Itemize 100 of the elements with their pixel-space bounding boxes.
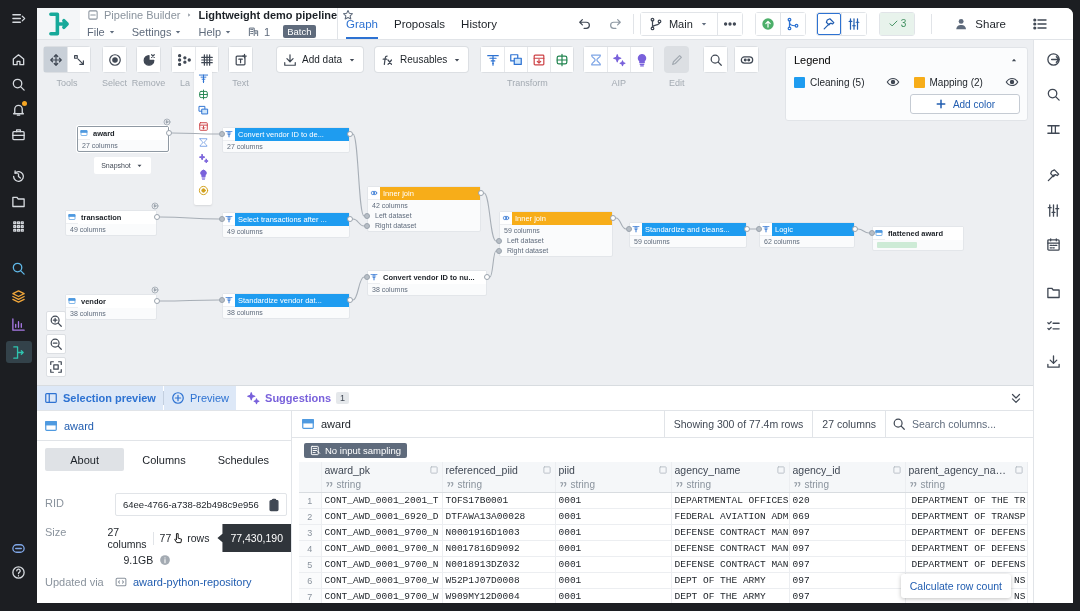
rid-field[interactable]: 64ee-4766-a738-82b498c9e956: [115, 493, 287, 516]
input-port[interactable]: [364, 274, 370, 280]
bulb-icon[interactable]: [197, 169, 209, 180]
add-data-button[interactable]: Add data: [277, 47, 364, 72]
details-tab[interactable]: About: [45, 448, 125, 471]
target-icon[interactable]: [197, 185, 209, 196]
output-port[interactable]: [166, 130, 172, 136]
input-port[interactable]: [219, 297, 225, 303]
search-icon[interactable]: [11, 76, 26, 92]
menu-button[interactable]: Settings: [131, 25, 184, 38]
pivot-button[interactable]: [550, 47, 574, 72]
search-button[interactable]: [704, 47, 728, 72]
settings-button[interactable]: [840, 12, 866, 35]
box-select-button[interactable]: [67, 47, 90, 72]
column-header[interactable]: parent_agency_na… string: [905, 462, 1027, 493]
build-button[interactable]: [816, 12, 841, 35]
join-icon: [502, 214, 510, 222]
table-cell: CONT_AWD_0001_9700_N: [321, 540, 442, 557]
input-port[interactable]: [756, 226, 762, 232]
layers-icon[interactable]: [11, 288, 26, 304]
add-color-button[interactable]: Add color: [910, 94, 1020, 114]
box-select-icon: [72, 52, 86, 67]
help-icon[interactable]: [11, 564, 26, 580]
connector-line: [159, 216, 220, 220]
zoom-in-button[interactable]: [46, 311, 66, 331]
input-port[interactable]: [219, 131, 225, 137]
repository-link[interactable]: award-python-repository: [133, 576, 252, 588]
insert-icon[interactable]: [197, 121, 209, 132]
column-header[interactable]: award_pk string: [321, 462, 442, 493]
copy-icon[interactable]: [197, 105, 209, 116]
view-tab[interactable]: Proposals: [393, 8, 446, 39]
input-port[interactable]: [869, 230, 875, 236]
merge-button[interactable]: [779, 12, 805, 35]
hourglass-icon: [588, 52, 603, 67]
connector-line: [352, 276, 365, 301]
sparkle-button[interactable]: [607, 47, 631, 72]
output-port[interactable]: [478, 190, 484, 196]
visibility-icon[interactable]: [1005, 75, 1019, 89]
copy-button[interactable]: [504, 47, 528, 72]
column-header[interactable]: agency_name string: [671, 462, 789, 493]
column-header[interactable]: piid string: [555, 462, 671, 493]
search-field[interactable]: Search columns...: [912, 418, 1032, 430]
output-port[interactable]: [852, 226, 858, 232]
info-icon[interactable]: [159, 554, 172, 566]
input-port[interactable]: [626, 226, 632, 232]
grid-button[interactable]: [195, 47, 218, 72]
apps-icon[interactable]: [11, 218, 26, 234]
string-type-icon: [792, 480, 802, 489]
rid-value: 64ee-4766-a738-82b498c9e956: [123, 499, 259, 510]
clipboard-icon[interactable]: [267, 497, 281, 512]
preview-button[interactable]: [735, 47, 759, 72]
column-type: string: [686, 479, 711, 490]
insert-button[interactable]: [527, 47, 551, 72]
visibility-icon[interactable]: [885, 75, 900, 89]
join-icon: [370, 189, 378, 197]
menu-button[interactable]: Help: [198, 25, 234, 38]
text-button[interactable]: [229, 47, 252, 72]
filter-button[interactable]: [481, 47, 505, 72]
reusables-button[interactable]: Reusables: [375, 47, 469, 72]
building-icon: [248, 26, 260, 37]
sparkle-icon[interactable]: [197, 153, 209, 164]
layout-button[interactable]: [172, 47, 195, 72]
output-port[interactable]: [744, 226, 750, 232]
history-icon[interactable]: [11, 168, 26, 184]
column-header[interactable]: referenced_piid string: [442, 462, 555, 493]
move-tool-button[interactable]: [44, 47, 67, 72]
home-icon[interactable]: [11, 51, 26, 67]
table-cell: DEPARTMENT OF TRANSP: [905, 508, 1027, 525]
pipeline-icon[interactable]: [11, 344, 26, 360]
input-port[interactable]: [219, 216, 225, 222]
star-icon[interactable]: [342, 9, 355, 21]
chart-icon[interactable]: [11, 316, 26, 332]
panel-tab[interactable]: Selection preview: [37, 386, 163, 410]
filter-icon[interactable]: [197, 73, 209, 84]
menu-button[interactable]: File: [87, 25, 117, 38]
select-button[interactable]: [103, 47, 126, 72]
bulb-button[interactable]: [630, 47, 654, 72]
pivot-icon[interactable]: [197, 89, 209, 100]
dataset-name: award: [64, 419, 94, 432]
panel-tab[interactable]: Preview: [163, 386, 237, 410]
remove-button[interactable]: [137, 47, 160, 72]
calculate-row-count-button[interactable]: Calculate row count: [900, 574, 1011, 598]
zoom-out-button[interactable]: [46, 334, 66, 354]
sampling-icon: [310, 445, 321, 456]
checks-button[interactable]: 3: [879, 12, 915, 35]
output-port[interactable]: [347, 297, 353, 303]
play-icon[interactable]: [163, 118, 171, 126]
briefcase-icon[interactable]: [11, 126, 26, 142]
more-button[interactable]: [716, 12, 742, 35]
view-tab[interactable]: History: [461, 8, 497, 39]
output-port[interactable]: [347, 216, 353, 222]
table-cell: 0001: [555, 572, 671, 589]
column-header[interactable]: agency_id string: [789, 462, 905, 493]
details-tab[interactable]: Columns: [124, 448, 204, 471]
details-tab[interactable]: Schedules: [203, 448, 283, 471]
output-port[interactable]: [347, 131, 353, 137]
search-icon[interactable]: [11, 260, 26, 276]
app-logo[interactable]: [37, 8, 80, 39]
fit-view-button[interactable]: [46, 357, 66, 377]
output-port[interactable]: [610, 215, 616, 221]
